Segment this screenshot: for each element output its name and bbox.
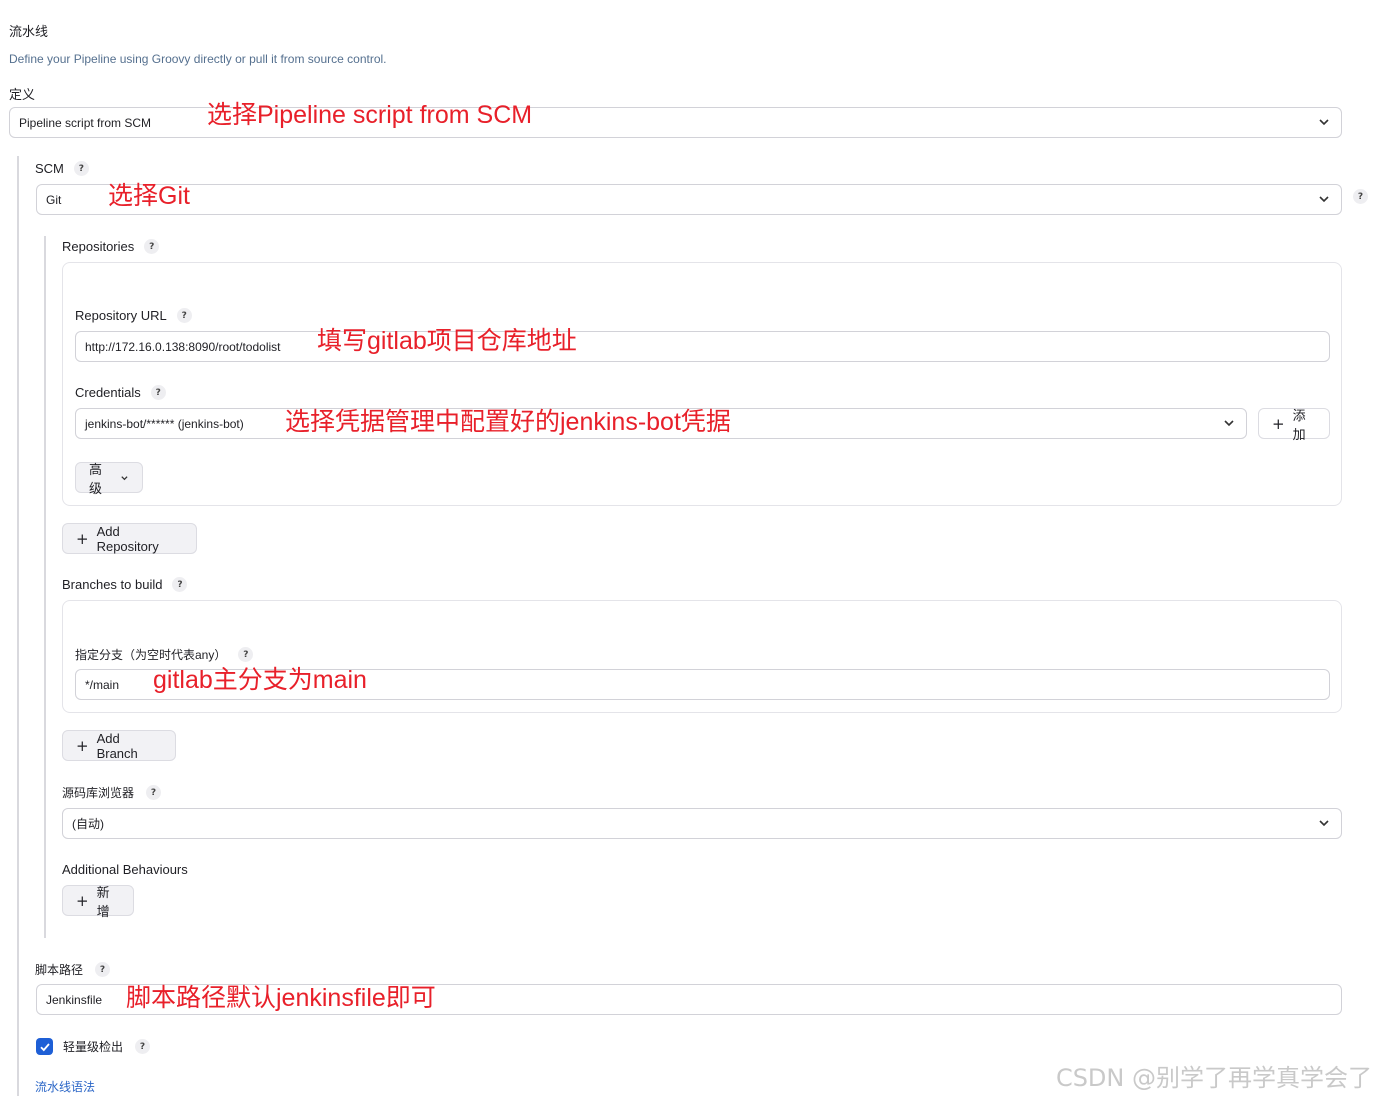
lightweight-label: 轻量级检出 bbox=[63, 1040, 124, 1054]
browser-label: 源码库浏览器 bbox=[62, 786, 135, 800]
help-icon[interactable]: ? bbox=[135, 1039, 151, 1054]
script-path-value: Jenkinsfile bbox=[46, 992, 103, 1007]
advanced-label: 高级 bbox=[89, 461, 103, 496]
branches-label-row: Branches to build ? bbox=[62, 577, 188, 592]
repository-url-input[interactable]: http://172.16.0.138:8090/root/todolist bbox=[75, 331, 1330, 362]
plus-icon: + bbox=[76, 891, 89, 910]
lightweight-checkbox[interactable] bbox=[36, 1038, 53, 1055]
help-icon[interactable]: ? bbox=[176, 308, 192, 323]
branch-spec-label: 指定分支（为空时代表any） bbox=[75, 648, 227, 662]
chevron-down-icon bbox=[1224, 420, 1234, 427]
branches-label: Branches to build bbox=[62, 577, 163, 592]
behaviours-label: Additional Behaviours bbox=[62, 862, 188, 877]
chevron-down-icon bbox=[1319, 196, 1329, 203]
browser-select-value: (自动) bbox=[72, 817, 104, 831]
add-behaviour-label: 新增 bbox=[96, 884, 110, 919]
annotation-script-path: 脚本路径默认jenkinsfile即可 bbox=[126, 984, 436, 1012]
scm-label: SCM bbox=[35, 161, 64, 176]
chevron-down-icon bbox=[121, 475, 128, 480]
help-icon[interactable]: ? bbox=[1353, 189, 1368, 204]
scm-group-line bbox=[17, 156, 19, 1096]
help-icon[interactable]: ? bbox=[238, 647, 254, 662]
help-icon[interactable]: ? bbox=[144, 239, 160, 254]
add-behaviour-button[interactable]: + 新增 bbox=[62, 885, 134, 919]
chevron-down-icon bbox=[1319, 119, 1329, 126]
plus-icon: + bbox=[76, 736, 89, 755]
annotation-repository-url: 填写gitlab项目仓库地址 bbox=[317, 327, 577, 355]
help-icon[interactable]: ? bbox=[95, 962, 111, 977]
repository-url-label: Repository URL bbox=[75, 308, 167, 323]
section-description: Define your Pipeline using Groovy direct… bbox=[9, 52, 387, 66]
scm-label-row: SCM ? bbox=[35, 161, 89, 176]
help-icon[interactable]: ? bbox=[150, 385, 166, 400]
chevron-down-icon bbox=[1319, 820, 1329, 827]
help-icon[interactable]: ? bbox=[172, 577, 188, 592]
repositories-label-row: Repositories ? bbox=[62, 239, 160, 254]
help-icon[interactable]: ? bbox=[146, 785, 162, 800]
scm-select[interactable]: Git bbox=[36, 184, 1342, 215]
git-group-line bbox=[44, 236, 46, 938]
repository-card bbox=[62, 262, 1342, 506]
add-branch-label: Add Branch bbox=[96, 730, 138, 761]
browser-label-row: 源码库浏览器 ? bbox=[62, 784, 162, 801]
add-credentials-button[interactable]: + 添加 bbox=[1258, 408, 1330, 442]
branch-spec-label-row: 指定分支（为空时代表any） ? bbox=[75, 646, 254, 663]
repository-url-value: http://172.16.0.138:8090/root/todolist bbox=[85, 339, 281, 354]
annotation-scm: 选择Git bbox=[108, 182, 190, 210]
repository-url-label-row: Repository URL ? bbox=[75, 308, 192, 323]
script-path-label: 脚本路径 bbox=[35, 963, 84, 977]
repositories-label: Repositories bbox=[62, 239, 135, 254]
scm-select-value: Git bbox=[46, 192, 62, 207]
add-credentials-label: 添加 bbox=[1292, 407, 1306, 442]
definition-select-value: Pipeline script from SCM bbox=[19, 115, 152, 130]
section-title: 流水线 bbox=[9, 24, 49, 39]
credentials-select-value: jenkins-bot/****** (jenkins-bot) bbox=[85, 416, 244, 431]
help-icon[interactable]: ? bbox=[73, 161, 89, 176]
browser-select[interactable]: (自动) bbox=[62, 808, 1342, 839]
annotation-definition: 选择Pipeline script from SCM bbox=[207, 101, 533, 129]
branch-spec-value: */main bbox=[85, 677, 120, 692]
definition-label: 定义 bbox=[9, 87, 36, 102]
watermark: CSDN @别学了再学真学会了 bbox=[1055, 1064, 1372, 1092]
checkmark-icon bbox=[39, 1042, 50, 1051]
plus-icon: + bbox=[76, 529, 89, 548]
script-path-label-row: 脚本路径 ? bbox=[35, 961, 111, 978]
credentials-label: Credentials bbox=[75, 385, 141, 400]
annotation-credentials: 选择凭据管理中配置好的jenkins-bot凭据 bbox=[285, 408, 731, 436]
credentials-label-row: Credentials ? bbox=[75, 385, 166, 400]
plus-icon: + bbox=[1272, 414, 1285, 433]
add-repository-label: Add Repository bbox=[96, 523, 159, 554]
pipeline-syntax-link[interactable]: 流水线语法 bbox=[35, 1078, 95, 1095]
add-repository-button[interactable]: + Add Repository bbox=[62, 523, 197, 554]
lightweight-label-row: 轻量级检出 ? bbox=[63, 1038, 151, 1055]
add-branch-button[interactable]: + Add Branch bbox=[62, 730, 176, 761]
advanced-button[interactable]: 高级 bbox=[75, 462, 143, 496]
annotation-branch: gitlab主分支为main bbox=[153, 666, 367, 694]
